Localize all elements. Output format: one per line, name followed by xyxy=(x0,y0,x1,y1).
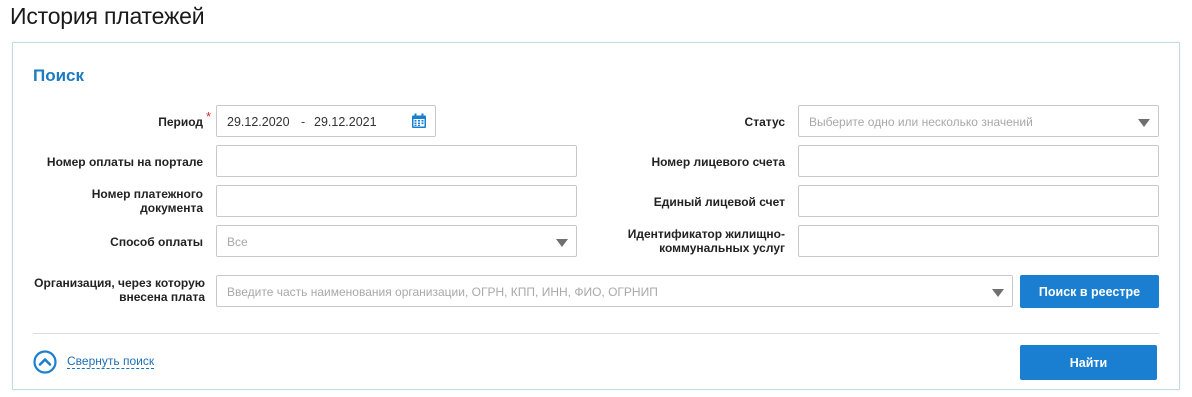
period-label: Период * xyxy=(13,110,211,130)
chevron-up-circle-icon[interactable] xyxy=(33,350,57,374)
chevron-down-icon[interactable] xyxy=(992,289,1004,297)
personal-account-number-label: Номер лицевого счета xyxy=(651,155,785,169)
organization-label-line2: внесена плата xyxy=(119,290,205,304)
page-title: История платежей xyxy=(10,3,205,29)
payment-document-number-label: Номер платежного документа xyxy=(13,187,203,215)
housing-service-id-label-line2: коммунальных услуг xyxy=(659,241,785,255)
housing-service-id-label-line1: Идентификатор жилищно- xyxy=(627,227,785,241)
portal-payment-number-field[interactable] xyxy=(216,145,577,177)
organization-label: Организация, через которую внесена плата xyxy=(13,276,205,304)
registry-search-button[interactable]: Поиск в реестре xyxy=(1020,275,1159,308)
payment-document-number-input[interactable] xyxy=(217,186,576,216)
period-date-range[interactable]: 29.12.2020 - 29.12.2021 xyxy=(216,105,436,137)
payment-document-number-label-line1: Номер платежного xyxy=(91,187,203,201)
divider xyxy=(33,333,1159,334)
chevron-down-icon[interactable] xyxy=(556,239,568,247)
required-asterisk: * xyxy=(205,109,211,124)
organization-select[interactable]: Введите часть наименования организации, … xyxy=(216,275,1013,307)
status-placeholder: Выберите одно или несколько значений xyxy=(809,115,1033,129)
unified-personal-account-input[interactable] xyxy=(799,186,1158,216)
period-to-date[interactable]: 29.12.2021 xyxy=(314,115,377,129)
personal-account-number-field[interactable] xyxy=(798,145,1159,177)
chevron-down-icon[interactable] xyxy=(1138,119,1150,127)
housing-service-id-field[interactable] xyxy=(798,225,1159,257)
status-select[interactable]: Выберите одно или несколько значений xyxy=(798,105,1159,137)
period-separator: - xyxy=(301,115,306,129)
housing-service-id-label: Идентификатор жилищно- коммунальных услу… xyxy=(593,227,785,255)
unified-personal-account-label: Единый лицевой счет xyxy=(653,195,785,209)
housing-service-id-input[interactable] xyxy=(799,226,1158,256)
search-panel: Поиск Период * 29.12.2020 - 29.12.2021 Ст… xyxy=(12,42,1180,390)
payment-method-select[interactable]: Все xyxy=(216,225,577,257)
organization-placeholder: Введите часть наименования организации, … xyxy=(227,285,658,299)
find-button[interactable]: Найти xyxy=(1020,345,1157,380)
search-title: Поиск xyxy=(33,66,85,85)
personal-account-number-input[interactable] xyxy=(799,146,1158,176)
payment-document-number-label-line2: документа xyxy=(140,201,203,215)
calendar-icon[interactable] xyxy=(411,113,427,129)
payment-method-label: Способ оплаты xyxy=(110,235,203,249)
unified-personal-account-field[interactable] xyxy=(798,185,1159,217)
organization-label-line1: Организация, через которую xyxy=(34,276,205,290)
period-from-date[interactable]: 29.12.2020 xyxy=(227,115,290,129)
payment-document-number-field[interactable] xyxy=(216,185,577,217)
portal-payment-number-label: Номер оплаты на портале xyxy=(46,155,203,169)
status-label: Статус xyxy=(744,115,785,129)
period-label-text: Период xyxy=(158,115,203,129)
payment-method-selected: Все xyxy=(227,235,248,249)
collapse-search-label[interactable]: Свернуть поиск xyxy=(67,354,155,369)
portal-payment-number-input[interactable] xyxy=(217,146,576,176)
